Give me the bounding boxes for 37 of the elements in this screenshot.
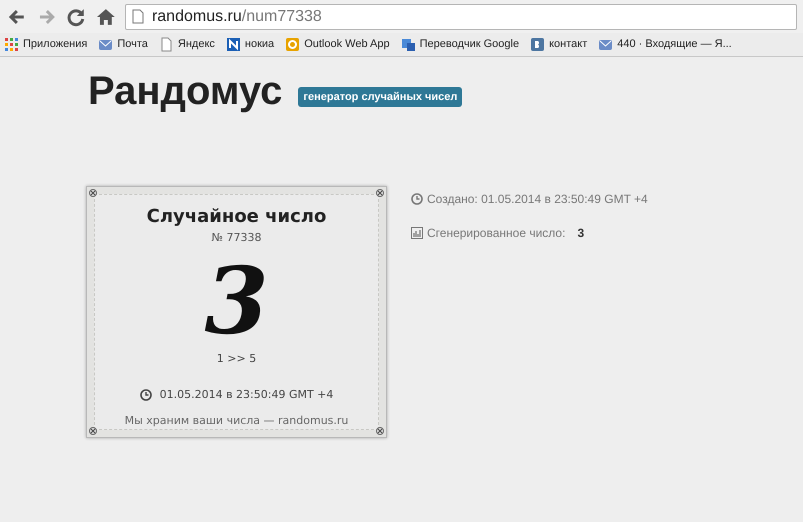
info-label: Сгенерированное число: bbox=[427, 225, 566, 242]
bookmark-link[interactable]: Почта bbox=[117, 36, 148, 53]
page-icon bbox=[158, 37, 174, 52]
bookmark-link[interactable]: 440 · Входящие — Я... bbox=[617, 36, 732, 53]
bar-chart-icon bbox=[411, 227, 423, 239]
clock-icon bbox=[411, 193, 423, 205]
translate-icon bbox=[400, 37, 416, 52]
range-text: 1 >> 5 bbox=[216, 350, 256, 366]
bookmark-link[interactable]: Яндекс bbox=[178, 36, 215, 53]
url-text[interactable]: randomus.ru/num77338 bbox=[152, 4, 322, 28]
bookmark-link[interactable]: контакт bbox=[549, 36, 588, 53]
card-title: Случайное число bbox=[146, 205, 326, 229]
footer-text: Мы храним ваши числа — randomus.ru bbox=[124, 412, 348, 428]
bookmark-link[interactable]: нокиа bbox=[244, 36, 274, 53]
clock-icon bbox=[140, 389, 152, 402]
screw-icon bbox=[89, 189, 97, 197]
screw-icon bbox=[89, 427, 97, 435]
grid-icon bbox=[4, 37, 19, 52]
tagline-label: генератор случайных чисел bbox=[298, 86, 462, 107]
screw-icon bbox=[376, 427, 384, 435]
bookmark-link[interactable]: Outlook Web App bbox=[304, 36, 390, 53]
letter-tile-icon bbox=[226, 37, 241, 52]
random-number: 3 bbox=[204, 254, 268, 346]
envelope-icon bbox=[98, 37, 114, 52]
bookmark-link[interactable]: Переводчик Google bbox=[420, 36, 520, 53]
timestamp-text: 01.05.2014 в 23:50:49 GMT +4 bbox=[160, 387, 334, 403]
address-bar[interactable]: randomus.ru/num77338 bbox=[124, 4, 797, 30]
info-value: 3 bbox=[577, 225, 584, 242]
screw-icon bbox=[376, 189, 384, 197]
info-label: Создано: 01.05.2014 в 23:50:49 GMT +4 bbox=[427, 191, 648, 208]
bookmark-link[interactable]: Приложения bbox=[23, 36, 88, 53]
page-icon bbox=[132, 9, 144, 24]
envelope-icon bbox=[598, 37, 614, 52]
record-number: № 77338 bbox=[212, 230, 262, 246]
site-title: Рандомус bbox=[88, 71, 282, 111]
ring-tile-icon bbox=[285, 37, 300, 52]
letter-tile-icon bbox=[530, 37, 546, 52]
